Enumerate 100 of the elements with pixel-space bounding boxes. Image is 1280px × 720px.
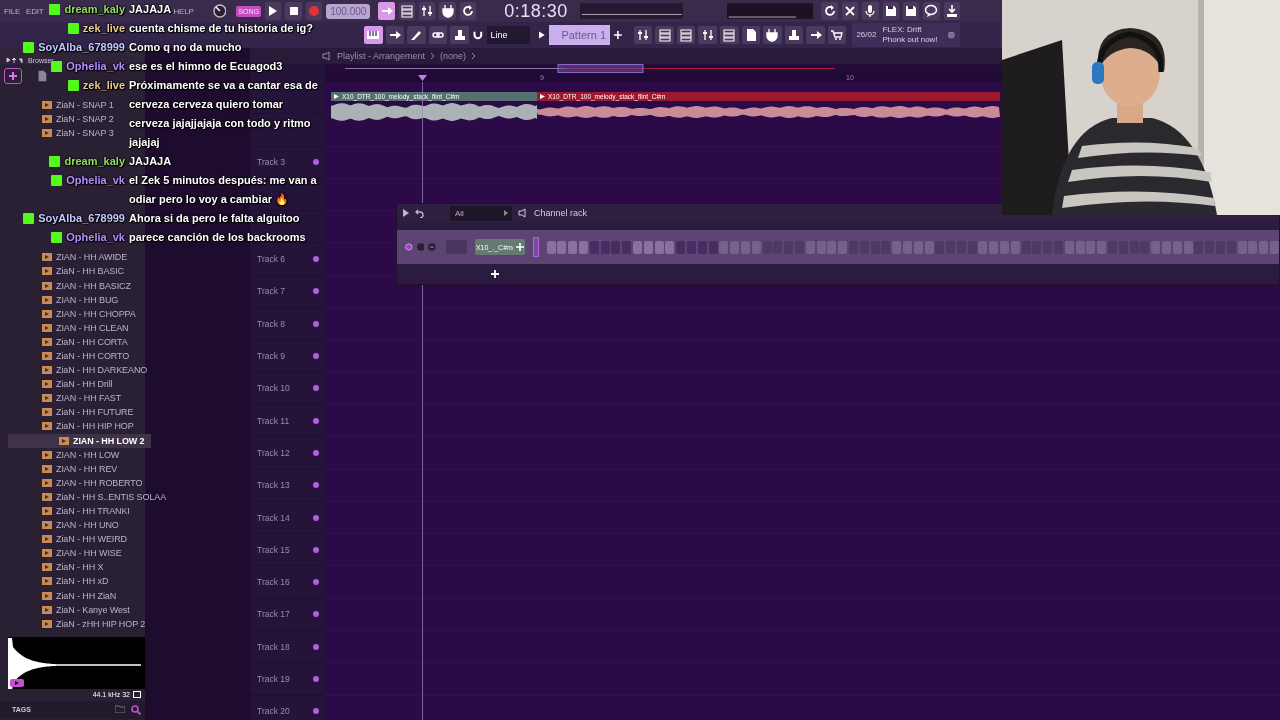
stamp-button[interactable] (784, 26, 804, 44)
news-text[interactable]: FLEX: Drift Phonk out now! (882, 25, 942, 45)
browser-item[interactable]: ZiaN - SNAP 3 (0, 126, 114, 141)
led-icon[interactable] (405, 243, 413, 251)
track-dot-icon[interactable] (313, 579, 319, 586)
track-label[interactable]: Track 10 (257, 383, 290, 394)
track-label[interactable]: Track 16 (257, 577, 290, 588)
folder-icon[interactable] (115, 704, 125, 713)
chat-button[interactable] (923, 2, 940, 20)
track-label[interactable]: Track 9 (257, 351, 286, 361)
track-dot-icon[interactable] (313, 546, 319, 553)
arrow-button[interactable] (806, 26, 825, 44)
track-label[interactable]: Track 15 (257, 544, 290, 555)
chevron-icon[interactable] (471, 52, 477, 60)
browser-item[interactable]: ZIAN - HH CHOPPA (0, 306, 136, 321)
timeline-overview[interactable] (345, 64, 835, 73)
chat-username[interactable]: SoyAlba_678999 (38, 209, 125, 228)
track-dot-icon[interactable] (313, 708, 319, 715)
track-dot-icon[interactable] (313, 353, 319, 359)
cart-button[interactable] (827, 26, 847, 44)
plug-button[interactable] (763, 26, 782, 44)
browser-item[interactable]: ZIAN - HH AWIDE (0, 250, 128, 265)
track-label[interactable]: Track 11 (257, 415, 290, 426)
chat-username[interactable]: dream_kaly (64, 0, 125, 19)
track-dot-icon[interactable] (313, 611, 319, 618)
chat-username[interactable]: Ophelia_vk (66, 171, 125, 190)
track-label[interactable]: Track 7 (257, 286, 286, 297)
browser-item[interactable]: ZiaN - HH WEIRD (0, 532, 127, 547)
magnet-icon[interactable] (471, 29, 484, 41)
browser-item[interactable]: ZiaN - HH xD (0, 574, 109, 589)
pattern-selector[interactable]: (none) (440, 51, 467, 61)
step-sequencer[interactable] (546, 240, 1279, 254)
browser-item[interactable]: ZiaN - HH TRANKI (0, 503, 130, 519)
browser-item[interactable]: ZiaN - HH FUTURE (0, 405, 134, 420)
browser-item[interactable]: ZIAN - HH FAST (0, 391, 122, 406)
browser-item[interactable]: ZiaN - SNAP 1 (0, 98, 114, 113)
menu-item[interactable]: HELP (172, 6, 195, 16)
track-dot-icon[interactable] (313, 320, 319, 327)
channel-rack-button[interactable] (676, 26, 696, 44)
browser-item[interactable]: ZIAN - HH REV (0, 461, 118, 476)
cross-button[interactable] (841, 2, 859, 20)
download-button[interactable] (943, 2, 960, 20)
track-label[interactable]: Track 20 (257, 706, 290, 717)
stamp-button[interactable] (450, 26, 469, 44)
browser-item[interactable]: ZIAN - HH UNO (0, 518, 119, 533)
save-button[interactable] (902, 2, 920, 20)
browser-item[interactable]: ZiaN - HH ZiaN (0, 588, 117, 603)
browser-item[interactable]: ZiaN - HH X (0, 560, 104, 575)
window-icon[interactable] (133, 691, 141, 699)
track-label[interactable]: Track 13 (257, 480, 290, 491)
track-dot-icon[interactable] (313, 417, 319, 424)
track-dot-icon[interactable] (313, 449, 319, 456)
track-dot-icon[interactable] (313, 159, 319, 166)
piano-roll-button[interactable] (364, 26, 383, 44)
playlist-button[interactable] (633, 26, 653, 44)
track-label[interactable]: Track 12 (257, 447, 290, 458)
chat-username[interactable]: dream_kaly (64, 152, 125, 171)
browser-item[interactable]: ZIAN - HH BASICZ (0, 278, 131, 293)
play-icon[interactable] (403, 209, 409, 217)
search-icon[interactable] (131, 704, 141, 715)
chat-username[interactable]: zek_live (82, 76, 125, 95)
track-label[interactable]: Track 6 (257, 254, 286, 265)
play-button[interactable] (10, 678, 24, 687)
snap-dropdown[interactable]: Line (486, 26, 530, 44)
chat-username[interactable]: zek_live (82, 19, 125, 38)
browser-item[interactable]: ZiaN - SNAP 2 (0, 112, 114, 127)
browser-item[interactable]: ZiaN - HH S..ENTIS SOLAA (0, 489, 167, 504)
browser-item[interactable]: ZiaN - HH CORTO (0, 348, 130, 364)
undo-icon[interactable] (415, 208, 424, 218)
browser-item[interactable]: ZiaN - HH HIP HOP (0, 419, 134, 434)
browser-item[interactable]: ZiaN - Kanye West (0, 602, 130, 617)
stop-button[interactable] (285, 2, 302, 20)
save-button[interactable] (882, 2, 899, 20)
play-button[interactable] (265, 2, 282, 20)
chat-username[interactable]: Ophelia_vk (66, 57, 125, 76)
browser-item[interactable]: ZiaN - HH DARKEANO (0, 363, 148, 378)
play-icon[interactable] (536, 29, 547, 41)
track-dot-icon[interactable] (313, 385, 319, 392)
playhead-marker[interactable] (418, 75, 427, 81)
add-icon[interactable] (613, 30, 623, 40)
browser-item[interactable]: ZiaN - HH CORTA (0, 334, 128, 349)
browser-item[interactable]: ZIAN - HH WISE (0, 546, 122, 561)
browser-item[interactable]: ZiaN - HH BASIC (0, 264, 124, 279)
chat-username[interactable]: SoyAlba_678999 (38, 38, 125, 57)
browser-item[interactable]: ZiaN - zHH HIP HOP 2 (0, 616, 146, 631)
browser-item[interactable]: ZiaN - HH Drill (0, 377, 113, 392)
track-dot-icon[interactable] (313, 643, 319, 650)
speaker-icon[interactable] (322, 51, 332, 61)
microphone-button[interactable] (862, 2, 879, 20)
track-dot-icon[interactable] (313, 256, 319, 263)
track-label[interactable]: Track 19 (257, 674, 290, 684)
arrow-icon[interactable] (6, 56, 24, 64)
chevron-icon[interactable] (430, 52, 436, 60)
track-label[interactable]: Track 3 (257, 157, 286, 168)
browser-item[interactable]: ZIAN - HH LOW (0, 447, 120, 462)
track-label[interactable]: Track 17 (257, 609, 290, 620)
track-label[interactable]: Track 18 (257, 641, 290, 652)
track-label[interactable]: Track 8 (257, 318, 286, 329)
filter-dropdown[interactable]: All (450, 205, 512, 221)
file-icon[interactable] (36, 70, 48, 82)
